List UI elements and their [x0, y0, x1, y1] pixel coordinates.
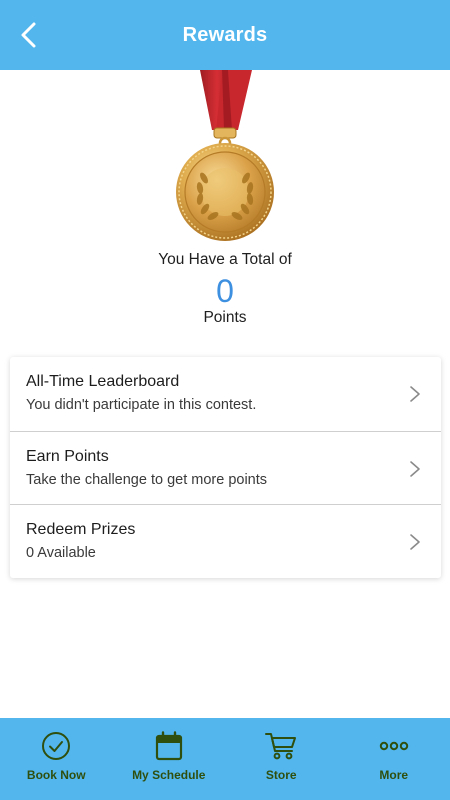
back-button[interactable] — [12, 17, 44, 53]
cart-icon — [265, 730, 297, 762]
chevron-right-icon — [410, 460, 420, 477]
tab-store[interactable]: Store — [225, 718, 338, 800]
row-subtitle: You didn't participate in this contest. — [26, 397, 257, 413]
earn-points-row[interactable]: Earn Points Take the challenge to get mo… — [10, 430, 441, 505]
page-title: Rewards — [182, 23, 268, 46]
chevron-right-icon — [410, 534, 420, 550]
row-title: Earn Points — [26, 447, 109, 465]
calendar-icon — [153, 730, 185, 762]
more-dots-icon — [378, 730, 410, 762]
leaderboard-row[interactable]: All-Time Leaderboard You didn't particip… — [10, 357, 441, 431]
tab-label: Store — [265, 768, 297, 782]
tab-my-schedule[interactable]: My Schedule — [113, 718, 226, 800]
row-title: Redeem Prizes — [26, 521, 136, 539]
check-circle-icon — [40, 730, 72, 762]
points-value: 0 — [216, 273, 234, 309]
chevron-left-icon — [21, 22, 36, 48]
tab-label: Book Now — [26, 768, 86, 782]
gold-medal-icon — [176, 70, 274, 241]
bottom-tab-bar: Book Now My Schedule Store More — [0, 718, 450, 800]
tab-label: My Schedule — [132, 768, 206, 782]
rewards-menu-card: All-Time Leaderboard You didn't particip… — [10, 357, 441, 578]
row-subtitle: 0 Available — [26, 545, 96, 562]
row-subtitle: Take the challenge to get more points — [26, 471, 268, 488]
row-title: All-Time Leaderboard — [26, 373, 180, 390]
redeem-prizes-row[interactable]: Redeem Prizes 0 Available — [10, 504, 441, 578]
tab-book-now[interactable]: Book Now — [0, 718, 113, 800]
tab-more[interactable]: More — [338, 718, 450, 800]
top-app-bar: Rewards — [0, 0, 450, 70]
points-total-label: You Have a Total of — [158, 251, 292, 268]
points-unit-label: Points — [203, 309, 247, 326]
chevron-right-icon — [410, 386, 420, 402]
tab-label: More — [379, 768, 409, 782]
